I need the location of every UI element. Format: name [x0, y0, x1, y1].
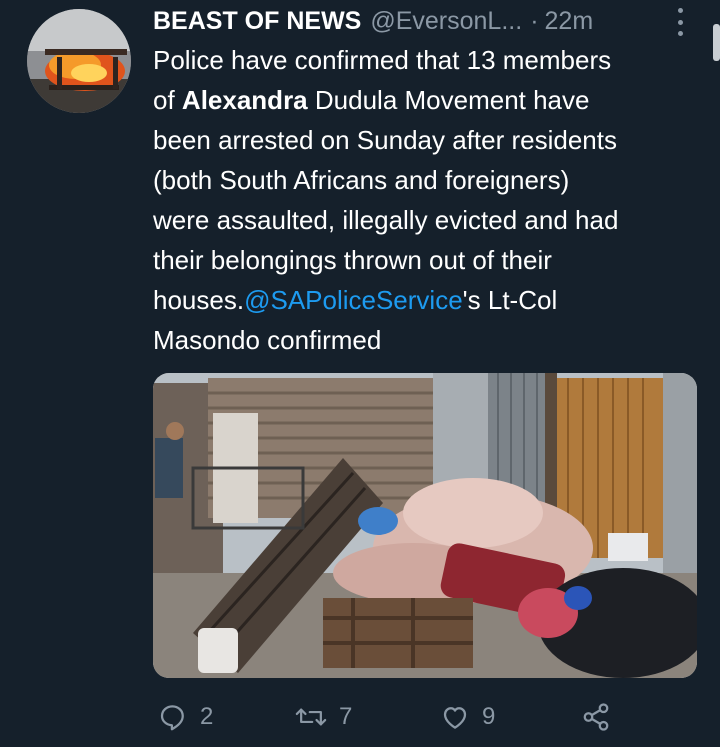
tweet[interactable]: BEAST OF NEWS @EversonL... · 22m Police …: [0, 0, 720, 747]
tweet-text-line: Police have confirmed that 13 members: [153, 45, 612, 75]
tweet-text-line: were assaulted, illegally evicted and ha…: [153, 205, 619, 235]
avatar-image: [27, 9, 131, 113]
action-bar: 2 7 9: [0, 697, 720, 737]
eviction-scene-image: [153, 373, 697, 678]
bold-text: Alexandra: [181, 85, 308, 115]
reply-button[interactable]: 2: [158, 697, 213, 737]
like-count: 9: [482, 703, 496, 730]
tweet-text-line: of Alexandra Dudula Movement have: [153, 80, 703, 120]
text-fragment: houses.: [153, 285, 245, 315]
tweet-photo[interactable]: [153, 373, 697, 678]
text-fragment: Dudula Movement have: [307, 85, 590, 115]
author-handle[interactable]: @EversonL...: [370, 4, 522, 38]
reply-icon: [160, 705, 184, 731]
share-icon: [583, 703, 609, 731]
tweet-text-line: houses.@SAPoliceService's Lt-Col: [153, 280, 703, 320]
retweet-icon: [295, 708, 327, 726]
tweet-text-line: Masondo confirmed: [153, 325, 382, 355]
mention-link[interactable]: @SAPoliceService: [244, 285, 463, 315]
timestamp[interactable]: 22m: [545, 4, 594, 38]
heart-icon: [443, 707, 467, 729]
more-icon[interactable]: [673, 8, 687, 36]
retweet-button[interactable]: 7: [295, 697, 352, 737]
separator: ·: [530, 7, 539, 35]
tweet-text-line: their belongings thrown out of their: [153, 245, 552, 275]
tweet-text-line: (both South Africans and foreigners): [153, 165, 570, 195]
tweet-text: Police have confirmed that 13 members of…: [153, 40, 703, 360]
tweet-text-line: been arrested on Sunday after residents: [153, 125, 617, 155]
like-button[interactable]: 9: [440, 697, 495, 737]
text-fragment: 's Lt-Col: [462, 285, 558, 315]
scrollbar[interactable]: [713, 24, 720, 61]
author-name[interactable]: BEAST OF NEWS: [153, 4, 361, 38]
tweet-header: BEAST OF NEWS @EversonL... · 22m: [153, 4, 593, 38]
retweet-count: 7: [339, 703, 353, 730]
reply-count: 2: [200, 703, 214, 730]
avatar[interactable]: [27, 9, 131, 113]
text-fragment: of: [153, 85, 182, 115]
share-button[interactable]: [581, 697, 611, 737]
